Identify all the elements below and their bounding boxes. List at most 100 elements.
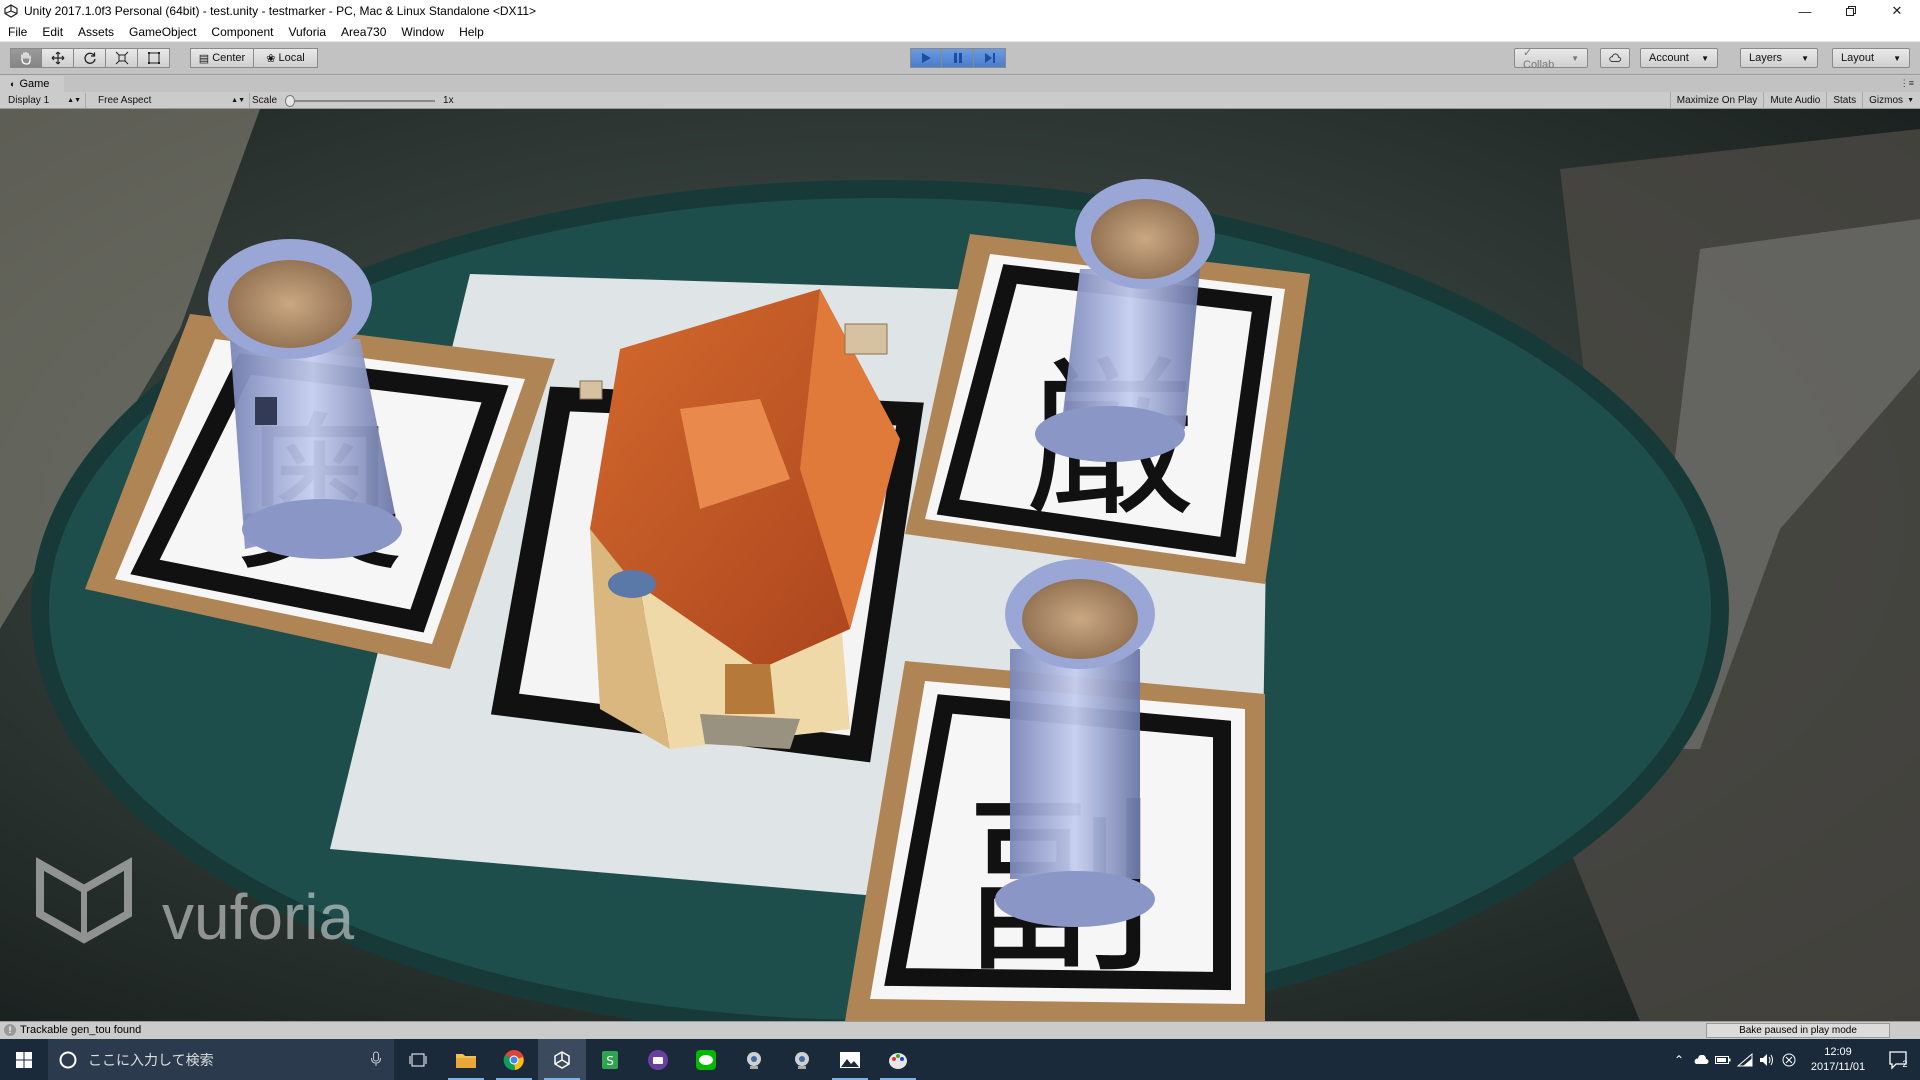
- scale-slider-thumb[interactable]: [285, 94, 296, 107]
- task-view-icon: [409, 1053, 427, 1066]
- menu-area730[interactable]: Area730: [333, 22, 393, 42]
- tab-game-label: Game: [19, 78, 50, 90]
- tower-bottom-right: [995, 559, 1155, 927]
- account-dropdown[interactable]: Account ▼: [1640, 48, 1718, 68]
- taskbar-app-purple[interactable]: [634, 1039, 682, 1080]
- layers-group: Layers ▼: [1740, 48, 1818, 68]
- start-button[interactable]: [0, 1039, 48, 1080]
- wifi-icon[interactable]: [1734, 1052, 1756, 1067]
- maximize-on-play-toggle[interactable]: Maximize On Play: [1669, 92, 1764, 109]
- volume-icon[interactable]: [1756, 1053, 1778, 1067]
- minimize-icon[interactable]: —: [1782, 0, 1828, 22]
- move-icon: [51, 51, 64, 65]
- taskbar-app-paint[interactable]: [874, 1039, 922, 1080]
- gizmos-label: Gizmos: [1869, 95, 1904, 106]
- hand-tool-button[interactable]: [10, 48, 42, 68]
- layers-dropdown[interactable]: Layers ▼: [1740, 48, 1818, 68]
- status-message[interactable]: Trackable gen_tou found: [20, 1024, 141, 1036]
- window-titlebar: Unity 2017.1.0f3 Personal (64bit) - test…: [0, 0, 1920, 22]
- taskbar-app-webcam[interactable]: [730, 1039, 778, 1080]
- step-button[interactable]: [974, 48, 1006, 68]
- unity-icon: [554, 1050, 570, 1069]
- menu-file[interactable]: File: [0, 22, 34, 42]
- menu-vuforia[interactable]: Vuforia: [280, 22, 333, 42]
- display-dropdown[interactable]: Display 1 ▲▼: [0, 93, 86, 108]
- taskbar-app-line[interactable]: [682, 1039, 730, 1080]
- move-tool-button[interactable]: [42, 48, 74, 68]
- pause-icon: [953, 53, 962, 63]
- tab-menu-icon[interactable]: ⋮≡: [1900, 78, 1914, 89]
- collab-label: Collab: [1523, 58, 1555, 71]
- restore-icon[interactable]: [1828, 0, 1874, 22]
- pivot-local-button[interactable]: ❀ Local: [254, 48, 318, 68]
- taskbar-app-photos[interactable]: [826, 1039, 874, 1080]
- tab-game[interactable]: ◐ Game: [0, 76, 64, 92]
- ar-camera-scene: 房 奥 厳 副: [0, 109, 1920, 1021]
- info-icon: !: [4, 1024, 16, 1036]
- game-viewport[interactable]: 房 奥 厳 副: [0, 109, 1920, 1021]
- layers-label: Layers: [1749, 52, 1783, 64]
- rotate-tool-button[interactable]: [74, 48, 106, 68]
- menu-edit[interactable]: Edit: [34, 22, 70, 42]
- cloud-group: [1600, 48, 1630, 68]
- cloud-icon: [1609, 53, 1621, 62]
- onedrive-icon[interactable]: [1690, 1054, 1712, 1065]
- chevron-up-icon[interactable]: ⌃: [1668, 1053, 1690, 1067]
- taskbar-app-chrome[interactable]: [490, 1039, 538, 1080]
- taskbar-clock[interactable]: 12:09 2017/11/01: [1800, 1045, 1876, 1075]
- rect-tool-button[interactable]: [138, 48, 170, 68]
- taskbar-app-unity[interactable]: [538, 1039, 586, 1080]
- updown-arrow-icon: ▲▼: [67, 97, 81, 104]
- stats-toggle[interactable]: Stats: [1826, 92, 1862, 109]
- game-tab-icon: ◐: [10, 79, 16, 89]
- line-icon: [696, 1049, 716, 1070]
- bake-status: Bake paused in play mode: [1706, 1023, 1890, 1038]
- microphone-icon[interactable]: [370, 1051, 382, 1067]
- webcam-icon-2: [795, 1051, 809, 1069]
- mute-audio-toggle[interactable]: Mute Audio: [1763, 92, 1826, 109]
- cloud-button[interactable]: [1600, 48, 1630, 68]
- menu-assets[interactable]: Assets: [70, 22, 121, 42]
- pause-button[interactable]: [942, 48, 974, 68]
- step-icon: [984, 53, 995, 63]
- close-icon[interactable]: ✕: [1874, 0, 1920, 22]
- game-view-toolbar: Display 1 ▲▼ Free Aspect ▲▼ Scale 1x Max…: [0, 92, 1920, 109]
- clock-time: 12:09: [1824, 1045, 1852, 1058]
- vuforia-wordmark: vuforia: [162, 881, 355, 953]
- dropdown-arrow-icon: ▼: [1893, 53, 1901, 63]
- collab-dropdown[interactable]: ✓ Collab ▼: [1514, 47, 1588, 71]
- taskbar-search-box[interactable]: ここに入力して検索: [48, 1039, 394, 1080]
- layout-label: Layout: [1841, 52, 1875, 64]
- gizmos-dropdown[interactable]: Gizmos ▼: [1862, 92, 1920, 109]
- layout-dropdown[interactable]: Layout ▼: [1832, 48, 1910, 68]
- taskbar-app-webcam-2[interactable]: [778, 1039, 826, 1080]
- scale-value: 1x: [443, 95, 454, 106]
- scale-slider[interactable]: [285, 94, 436, 107]
- play-button[interactable]: [910, 48, 942, 68]
- ime-icon[interactable]: [1778, 1053, 1800, 1067]
- taskbar-app-explorer[interactable]: [442, 1039, 490, 1080]
- pivot-center-label: Center: [212, 52, 246, 64]
- menu-component[interactable]: Component: [203, 22, 280, 42]
- battery-icon[interactable]: [1712, 1055, 1734, 1065]
- windows-logo-icon: [16, 1051, 32, 1068]
- scale-icon: [115, 51, 128, 65]
- menu-help[interactable]: Help: [451, 22, 491, 42]
- aspect-label: Free Aspect: [98, 95, 152, 106]
- account-label: Account: [1649, 52, 1689, 64]
- action-center-button[interactable]: 2: [1876, 1050, 1920, 1070]
- aspect-dropdown[interactable]: Free Aspect ▲▼: [90, 93, 250, 108]
- scale-tool-button[interactable]: [106, 48, 138, 68]
- clock-date: 2017/11/01: [1810, 1060, 1866, 1073]
- menu-gameobject[interactable]: GameObject: [121, 22, 203, 42]
- notification-count: 2: [1902, 1058, 1908, 1069]
- menu-window[interactable]: Window: [393, 22, 451, 42]
- menu-bar: File Edit Assets GameObject Component Vu…: [0, 22, 1920, 42]
- dropdown-arrow-icon: ▼: [1907, 97, 1914, 104]
- updown-arrow-icon: ▲▼: [231, 97, 245, 104]
- pivot-center-button[interactable]: ▤ Center: [190, 48, 254, 68]
- task-view-button[interactable]: [394, 1039, 442, 1080]
- transform-tools: [10, 48, 170, 68]
- search-placeholder: ここに入力して検索: [88, 1051, 214, 1068]
- taskbar-app-sublime[interactable]: S: [586, 1039, 634, 1080]
